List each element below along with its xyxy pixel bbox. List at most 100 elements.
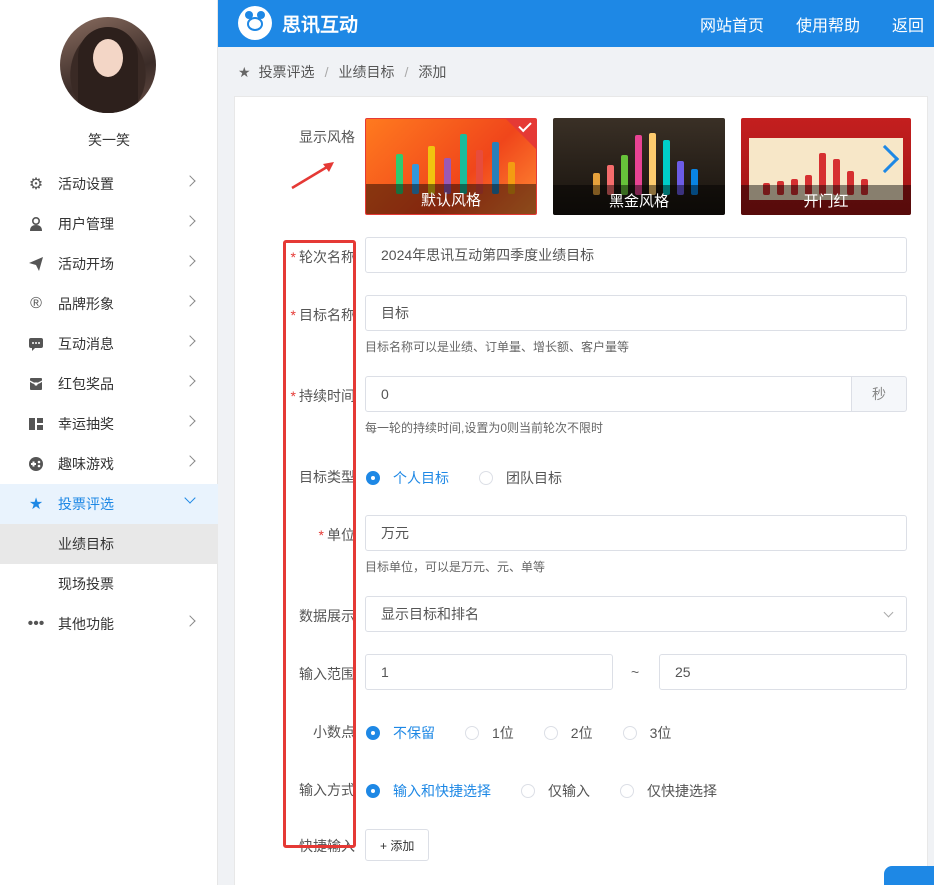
display-select[interactable]: 显示目标和排名 — [365, 596, 907, 632]
target-name-input[interactable]: 目标 — [365, 295, 907, 331]
breadcrumb-separator: / — [404, 64, 409, 80]
sidebar-item-lucky-draw[interactable]: 幸运抽奖 — [0, 404, 218, 444]
add-quick-input-button[interactable]: + 添加 — [365, 829, 430, 861]
help-float-button[interactable] — [884, 866, 934, 885]
breadcrumb-item[interactable]: 业绩目标 — [338, 62, 394, 82]
radio-decimal-3[interactable]: 3位 — [622, 723, 671, 743]
target-name-hint: 目标名称可以是业绩、订单量、增长额、客户量等 — [365, 340, 630, 354]
radio-input-and-quick[interactable]: 输入和快捷选择 — [366, 781, 491, 801]
radio-team-target[interactable]: 团队目标 — [479, 468, 562, 488]
style-option-black-gold[interactable]: 黑金风格 — [553, 118, 725, 215]
sidebar-item-label: 活动开场 — [58, 256, 114, 272]
range-separator: ~ — [631, 664, 640, 680]
brand-name[interactable]: 思讯互动 — [282, 10, 358, 37]
avatar-face — [93, 39, 123, 77]
sidebar: 笑一笑 ⚙ 活动设置 用户管理 活动开场 ® 品牌形象 互动消息 红包奖品 幸运… — [0, 0, 218, 885]
style-option-default[interactable]: 默认风格 — [365, 118, 537, 215]
sidebar-subitem-live-voting[interactable]: 现场投票 — [0, 564, 218, 604]
style-option-caption: 黑金风格 — [553, 185, 725, 215]
chevron-right-icon — [184, 335, 196, 347]
red-packet-icon — [26, 374, 46, 394]
sidebar-subitem-performance-target[interactable]: 业绩目标 — [0, 524, 218, 564]
quick-input-label: 快捷输入 — [299, 838, 355, 854]
sidebar-item-voting[interactable]: ★ 投票评选 — [0, 484, 218, 524]
input-mode-radio-group: 输入和快捷选择 仅输入 仅快捷选择 — [366, 781, 747, 801]
username: 笑一笑 — [88, 132, 130, 148]
gear-icon: ⚙ — [28, 176, 44, 193]
top-header: 思讯互动 网站首页 使用帮助 返回 — [218, 0, 934, 47]
nav-help-link[interactable]: 使用帮助 — [796, 12, 860, 36]
sidebar-item-label: 趣味游戏 — [58, 456, 114, 472]
sidebar-item-label: 红包奖品 — [58, 376, 114, 392]
display-select-value: 显示目标和排名 — [381, 606, 479, 622]
target-type-label: 目标类型 — [299, 469, 355, 485]
chevron-right-icon — [184, 455, 196, 467]
chevron-right-icon — [184, 375, 196, 387]
sidebar-item-label: 其他功能 — [58, 616, 114, 632]
form-card: 显示风格 默认风格 黑金风格 开门红 * 轮次名称 2024年思讯互动第四季度业… — [234, 96, 928, 885]
gamepad-icon — [26, 454, 46, 474]
range-label: 输入范围 — [299, 666, 355, 682]
duration-hint: 每一轮的持续时间,设置为0则当前轮次不限时 — [365, 421, 604, 435]
range-max-input[interactable]: 25 — [659, 654, 907, 690]
logo-icon[interactable] — [238, 6, 272, 40]
round-name-input[interactable]: 2024年思讯互动第四季度业绩目标 — [365, 237, 907, 273]
sidebar-item-activity-opening[interactable]: 活动开场 — [0, 244, 218, 284]
chevron-down-icon — [184, 492, 196, 504]
header-nav: 网站首页 使用帮助 返回 — [700, 0, 934, 47]
sidebar-item-activity-settings[interactable]: ⚙ 活动设置 — [0, 164, 218, 204]
chevron-right-icon — [184, 215, 196, 227]
style-option-caption: 默认风格 — [366, 184, 536, 214]
radio-decimal-none[interactable]: 不保留 — [366, 723, 435, 743]
sidebar-item-label: 品牌形象 — [58, 296, 114, 312]
unit-label: * 单位 — [318, 527, 355, 543]
target-type-radio-group: 个人目标 团队目标 — [366, 468, 592, 488]
sidebar-item-brand-image[interactable]: ® 品牌形象 — [0, 284, 218, 324]
star-icon: ★ — [238, 63, 251, 80]
radio-input-only[interactable]: 仅输入 — [521, 781, 590, 801]
decimal-radio-group: 不保留 1位 2位 3位 — [366, 723, 701, 743]
nav-home-link[interactable]: 网站首页 — [700, 12, 764, 36]
input-mode-label: 输入方式 — [299, 782, 355, 798]
sidebar-menu: ⚙ 活动设置 用户管理 活动开场 ® 品牌形象 互动消息 红包奖品 幸运抽奖 趣… — [0, 164, 218, 644]
radio-personal-target[interactable]: 个人目标 — [366, 468, 449, 488]
sidebar-item-label: 投票评选 — [58, 496, 114, 512]
sidebar-item-red-packet-prizes[interactable]: 红包奖品 — [0, 364, 218, 404]
breadcrumb-item[interactable]: 投票评选 — [259, 62, 315, 82]
unit-hint: 目标单位，可以是万元、元、单等 — [365, 560, 546, 574]
display-label: 数据展示 — [299, 608, 355, 624]
unit-input[interactable]: 万元 — [365, 515, 907, 551]
radio-quick-only[interactable]: 仅快捷选择 — [620, 781, 717, 801]
star-icon: ★ — [28, 496, 44, 513]
duration-unit: 秒 — [851, 376, 907, 412]
chevron-right-icon — [184, 295, 196, 307]
nav-back-link[interactable]: 返回 — [892, 12, 924, 36]
annotation-arrow-icon — [291, 162, 334, 190]
avatar[interactable] — [60, 17, 156, 113]
duration-label: * 持续时间 — [290, 388, 355, 404]
sidebar-item-label: 活动设置 — [58, 176, 114, 192]
more-icon: ••• — [27, 615, 45, 632]
message-icon — [26, 334, 46, 354]
sidebar-item-label: 用户管理 — [58, 216, 114, 232]
target-name-label: * 目标名称 — [290, 307, 355, 323]
chevron-right-icon — [184, 415, 196, 427]
round-name-label: * 轮次名称 — [290, 249, 355, 265]
radio-decimal-1[interactable]: 1位 — [465, 723, 514, 743]
chevron-down-icon — [883, 607, 894, 618]
sidebar-item-fun-games[interactable]: 趣味游戏 — [0, 444, 218, 484]
decimal-label: 小数点 — [313, 724, 355, 740]
breadcrumb: ★ 投票评选 / 业绩目标 / 添加 — [238, 62, 446, 82]
registered-icon: ® — [30, 295, 42, 312]
sidebar-item-other-functions[interactable]: ••• 其他功能 — [0, 604, 218, 644]
sidebar-item-interactive-messages[interactable]: 互动消息 — [0, 324, 218, 364]
duration-input[interactable]: 0 — [365, 376, 852, 412]
radio-decimal-2[interactable]: 2位 — [543, 723, 593, 743]
sidebar-item-user-management[interactable]: 用户管理 — [0, 204, 218, 244]
range-min-input[interactable]: 1 — [365, 654, 613, 690]
style-label: 显示风格 — [299, 129, 355, 145]
paper-plane-icon — [26, 254, 46, 274]
chevron-right-icon — [184, 255, 196, 267]
breadcrumb-item-current: 添加 — [418, 64, 447, 80]
style-option-caption: 开门红 — [741, 185, 911, 215]
